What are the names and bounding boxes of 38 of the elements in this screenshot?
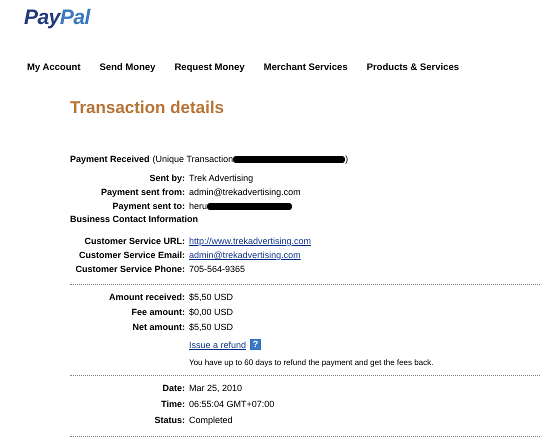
- field-label: Customer Service Email:: [78, 250, 185, 260]
- help-icon[interactable]: ?: [250, 339, 262, 350]
- field-label: Sent by:: [148, 173, 185, 183]
- field-label: Time:: [160, 399, 185, 409]
- paypal-logo: PayPal: [24, 6, 90, 30]
- refund-link[interactable]: Issue a refund: [189, 340, 246, 350]
- contact-link[interactable]: admin@trekadvertising.com: [189, 250, 301, 260]
- nav-link[interactable]: Send Money: [99, 62, 156, 86]
- section-heading: Business Contact Information: [70, 214, 200, 224]
- field-value: heru: [189, 201, 208, 211]
- closing-parenthesis: ): [345, 154, 348, 164]
- field-value: $5,50 USD: [189, 292, 234, 302]
- field-label: Customer Service Phone:: [74, 264, 185, 274]
- nav-link[interactable]: Merchant Services: [264, 62, 348, 86]
- field-value: $0,00 USD: [189, 306, 234, 316]
- field-value: Mar 25, 2010: [189, 383, 242, 393]
- nav-link[interactable]: Products & Services: [366, 62, 460, 86]
- field-label: Fee amount:: [130, 306, 185, 316]
- field-label: Status:: [153, 415, 185, 425]
- field-value: 705-564-9365: [189, 264, 246, 274]
- field-value: Completed: [189, 415, 233, 425]
- field-value: admin@trekadvertising.com: [189, 187, 301, 197]
- field-value: Trek Advertising: [189, 173, 254, 183]
- nav-link[interactable]: Request Money: [174, 62, 245, 86]
- field-value: $5,50 USD: [189, 322, 234, 332]
- nav-link[interactable]: My Account: [27, 62, 80, 86]
- field-label: Customer Service URL:: [83, 236, 185, 246]
- field-label: Date:: [161, 383, 185, 393]
- field-label: Net amount:: [132, 322, 185, 332]
- transaction-label: (Unique Transaction: [152, 154, 234, 164]
- field-label: Payment sent to:: [111, 201, 185, 211]
- field-label: Amount received:: [108, 292, 185, 302]
- field-label: Payment sent from:: [100, 187, 185, 197]
- field-value: 06:55:04 GMT+07:00: [189, 399, 274, 409]
- section-heading: Payment Received: [70, 154, 150, 164]
- refund-note: You have up to 60 days to refund the payment and get the fees back.: [189, 358, 434, 366]
- contact-link[interactable]: http://www.trekadvertising.com: [189, 236, 312, 246]
- page-title: Transaction details: [70, 98, 225, 118]
